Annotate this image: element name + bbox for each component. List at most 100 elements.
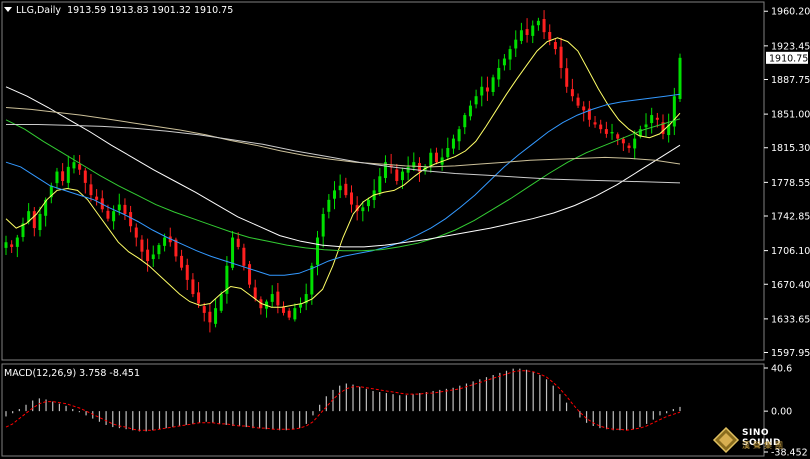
candle-bear bbox=[106, 210, 110, 219]
moving-average-line bbox=[5, 107, 681, 168]
candle-bear bbox=[565, 68, 569, 87]
candle-bull bbox=[451, 138, 455, 149]
candle-bull bbox=[531, 25, 535, 36]
candle-bear bbox=[123, 204, 127, 214]
candle-bull bbox=[508, 49, 512, 60]
candle-bull bbox=[219, 294, 223, 311]
moving-average-line bbox=[6, 124, 681, 184]
candle-bull bbox=[4, 242, 8, 248]
candle-bear bbox=[599, 124, 603, 130]
moving-average-line bbox=[5, 93, 681, 276]
macd-signal-line bbox=[5, 370, 681, 431]
candle-bull bbox=[536, 20, 540, 26]
candle-bear bbox=[89, 184, 93, 196]
candle-bull bbox=[457, 129, 461, 142]
current-price-label: 1910.75 bbox=[769, 53, 808, 64]
candle-bear bbox=[525, 29, 529, 35]
price-tick-label: 1706.10 bbox=[771, 246, 810, 257]
candle-bull bbox=[633, 138, 637, 149]
candle-bear bbox=[276, 291, 280, 306]
candle-bull bbox=[157, 245, 161, 255]
moving-average-line bbox=[5, 86, 681, 248]
symbol-label: LLG,Daily bbox=[16, 5, 62, 16]
price-tick-label: 1960.20 bbox=[771, 7, 810, 18]
candle-bear bbox=[349, 192, 353, 205]
candle-bull bbox=[672, 96, 676, 127]
price-tick-label: 1670.40 bbox=[771, 280, 810, 291]
candle-bull bbox=[429, 152, 433, 167]
candle-bull bbox=[519, 30, 523, 41]
candle-bear bbox=[242, 247, 246, 266]
candle-bear bbox=[282, 306, 286, 313]
candle-bear bbox=[197, 292, 201, 304]
brand-chinese: 漢聲集團 bbox=[742, 441, 786, 450]
price-tick-label: 1633.65 bbox=[771, 314, 810, 325]
candle-bear bbox=[253, 287, 257, 299]
candle-bear bbox=[627, 145, 631, 149]
candle-bull bbox=[491, 77, 495, 92]
candle-bull bbox=[446, 148, 450, 158]
candle-bull bbox=[338, 185, 342, 191]
candle-bull bbox=[480, 86, 484, 96]
candle-bear bbox=[621, 138, 625, 144]
candle-bull bbox=[38, 213, 42, 231]
candle-bull bbox=[514, 39, 518, 49]
candle-bull bbox=[163, 237, 167, 246]
macd-header: MACD(12,26,9) 3.758 -8.451 bbox=[4, 368, 140, 379]
candle-bear bbox=[208, 311, 212, 323]
candle-bear bbox=[134, 227, 138, 238]
price-tick-label: 1923.45 bbox=[771, 41, 810, 52]
candle-bull bbox=[327, 199, 331, 212]
candle-bear bbox=[576, 97, 580, 106]
candle-bear bbox=[146, 249, 150, 262]
dropdown-triangle-icon[interactable] bbox=[4, 7, 12, 12]
price-tick-label: 1742.85 bbox=[771, 211, 810, 222]
candle-bear bbox=[570, 89, 574, 97]
candle-bear bbox=[434, 152, 438, 163]
candle-bull bbox=[497, 67, 501, 80]
candle-bear bbox=[485, 87, 489, 92]
candle-bear bbox=[616, 134, 620, 139]
candle-bear bbox=[395, 169, 399, 181]
price-tick-label: 1887.75 bbox=[771, 75, 810, 86]
candle-bear bbox=[548, 31, 552, 40]
candle-bull bbox=[378, 176, 382, 193]
candle-bull bbox=[400, 171, 404, 181]
candle-bull bbox=[644, 124, 648, 128]
candle-bull bbox=[66, 166, 70, 183]
candle-bear bbox=[191, 279, 195, 295]
candle-bear bbox=[344, 183, 348, 196]
chart-canvas[interactable]: 1960.20 1923.45 1887.75 1851.00 1815.30 1778.… bbox=[0, 0, 810, 459]
candle-bear bbox=[287, 310, 291, 318]
candle-bull bbox=[293, 308, 297, 320]
candle-bull bbox=[112, 211, 116, 222]
candle-bull bbox=[468, 105, 472, 117]
brand-logo: SINO SOUND 漢聲集團 bbox=[712, 424, 808, 456]
candle-bull bbox=[151, 254, 155, 260]
chart-window[interactable]: 1960.20 1923.45 1887.75 1851.00 1815.30 1778.… bbox=[0, 0, 810, 459]
candle-bull bbox=[72, 162, 76, 169]
diamond-logo-icon bbox=[712, 426, 740, 454]
candle-bull bbox=[310, 265, 314, 295]
candle-bull bbox=[15, 237, 19, 247]
candle-bear bbox=[655, 117, 659, 120]
candle-bull bbox=[55, 171, 59, 184]
candle-bear bbox=[140, 239, 144, 252]
candle-bear bbox=[78, 164, 82, 170]
price-header: LLG,Daily 1913.59 1913.83 1901.32 1910.7… bbox=[4, 5, 233, 16]
candle-bear bbox=[236, 238, 240, 247]
candle-bear bbox=[542, 18, 546, 33]
candle-bull bbox=[650, 115, 654, 124]
price-panel-border bbox=[1, 1, 765, 361]
candle-bear bbox=[61, 171, 65, 181]
candle-bull bbox=[214, 308, 218, 324]
price-tick-label: 1597.95 bbox=[771, 348, 810, 359]
candle-bear bbox=[582, 106, 586, 111]
moving-average-line bbox=[5, 37, 681, 308]
candle-bull bbox=[117, 204, 121, 211]
candle-bear bbox=[95, 196, 99, 200]
candle-bear bbox=[180, 255, 184, 268]
candle-bear bbox=[129, 212, 133, 227]
price-tick-label: 1815.30 bbox=[771, 143, 810, 154]
candle-bull bbox=[361, 207, 365, 212]
